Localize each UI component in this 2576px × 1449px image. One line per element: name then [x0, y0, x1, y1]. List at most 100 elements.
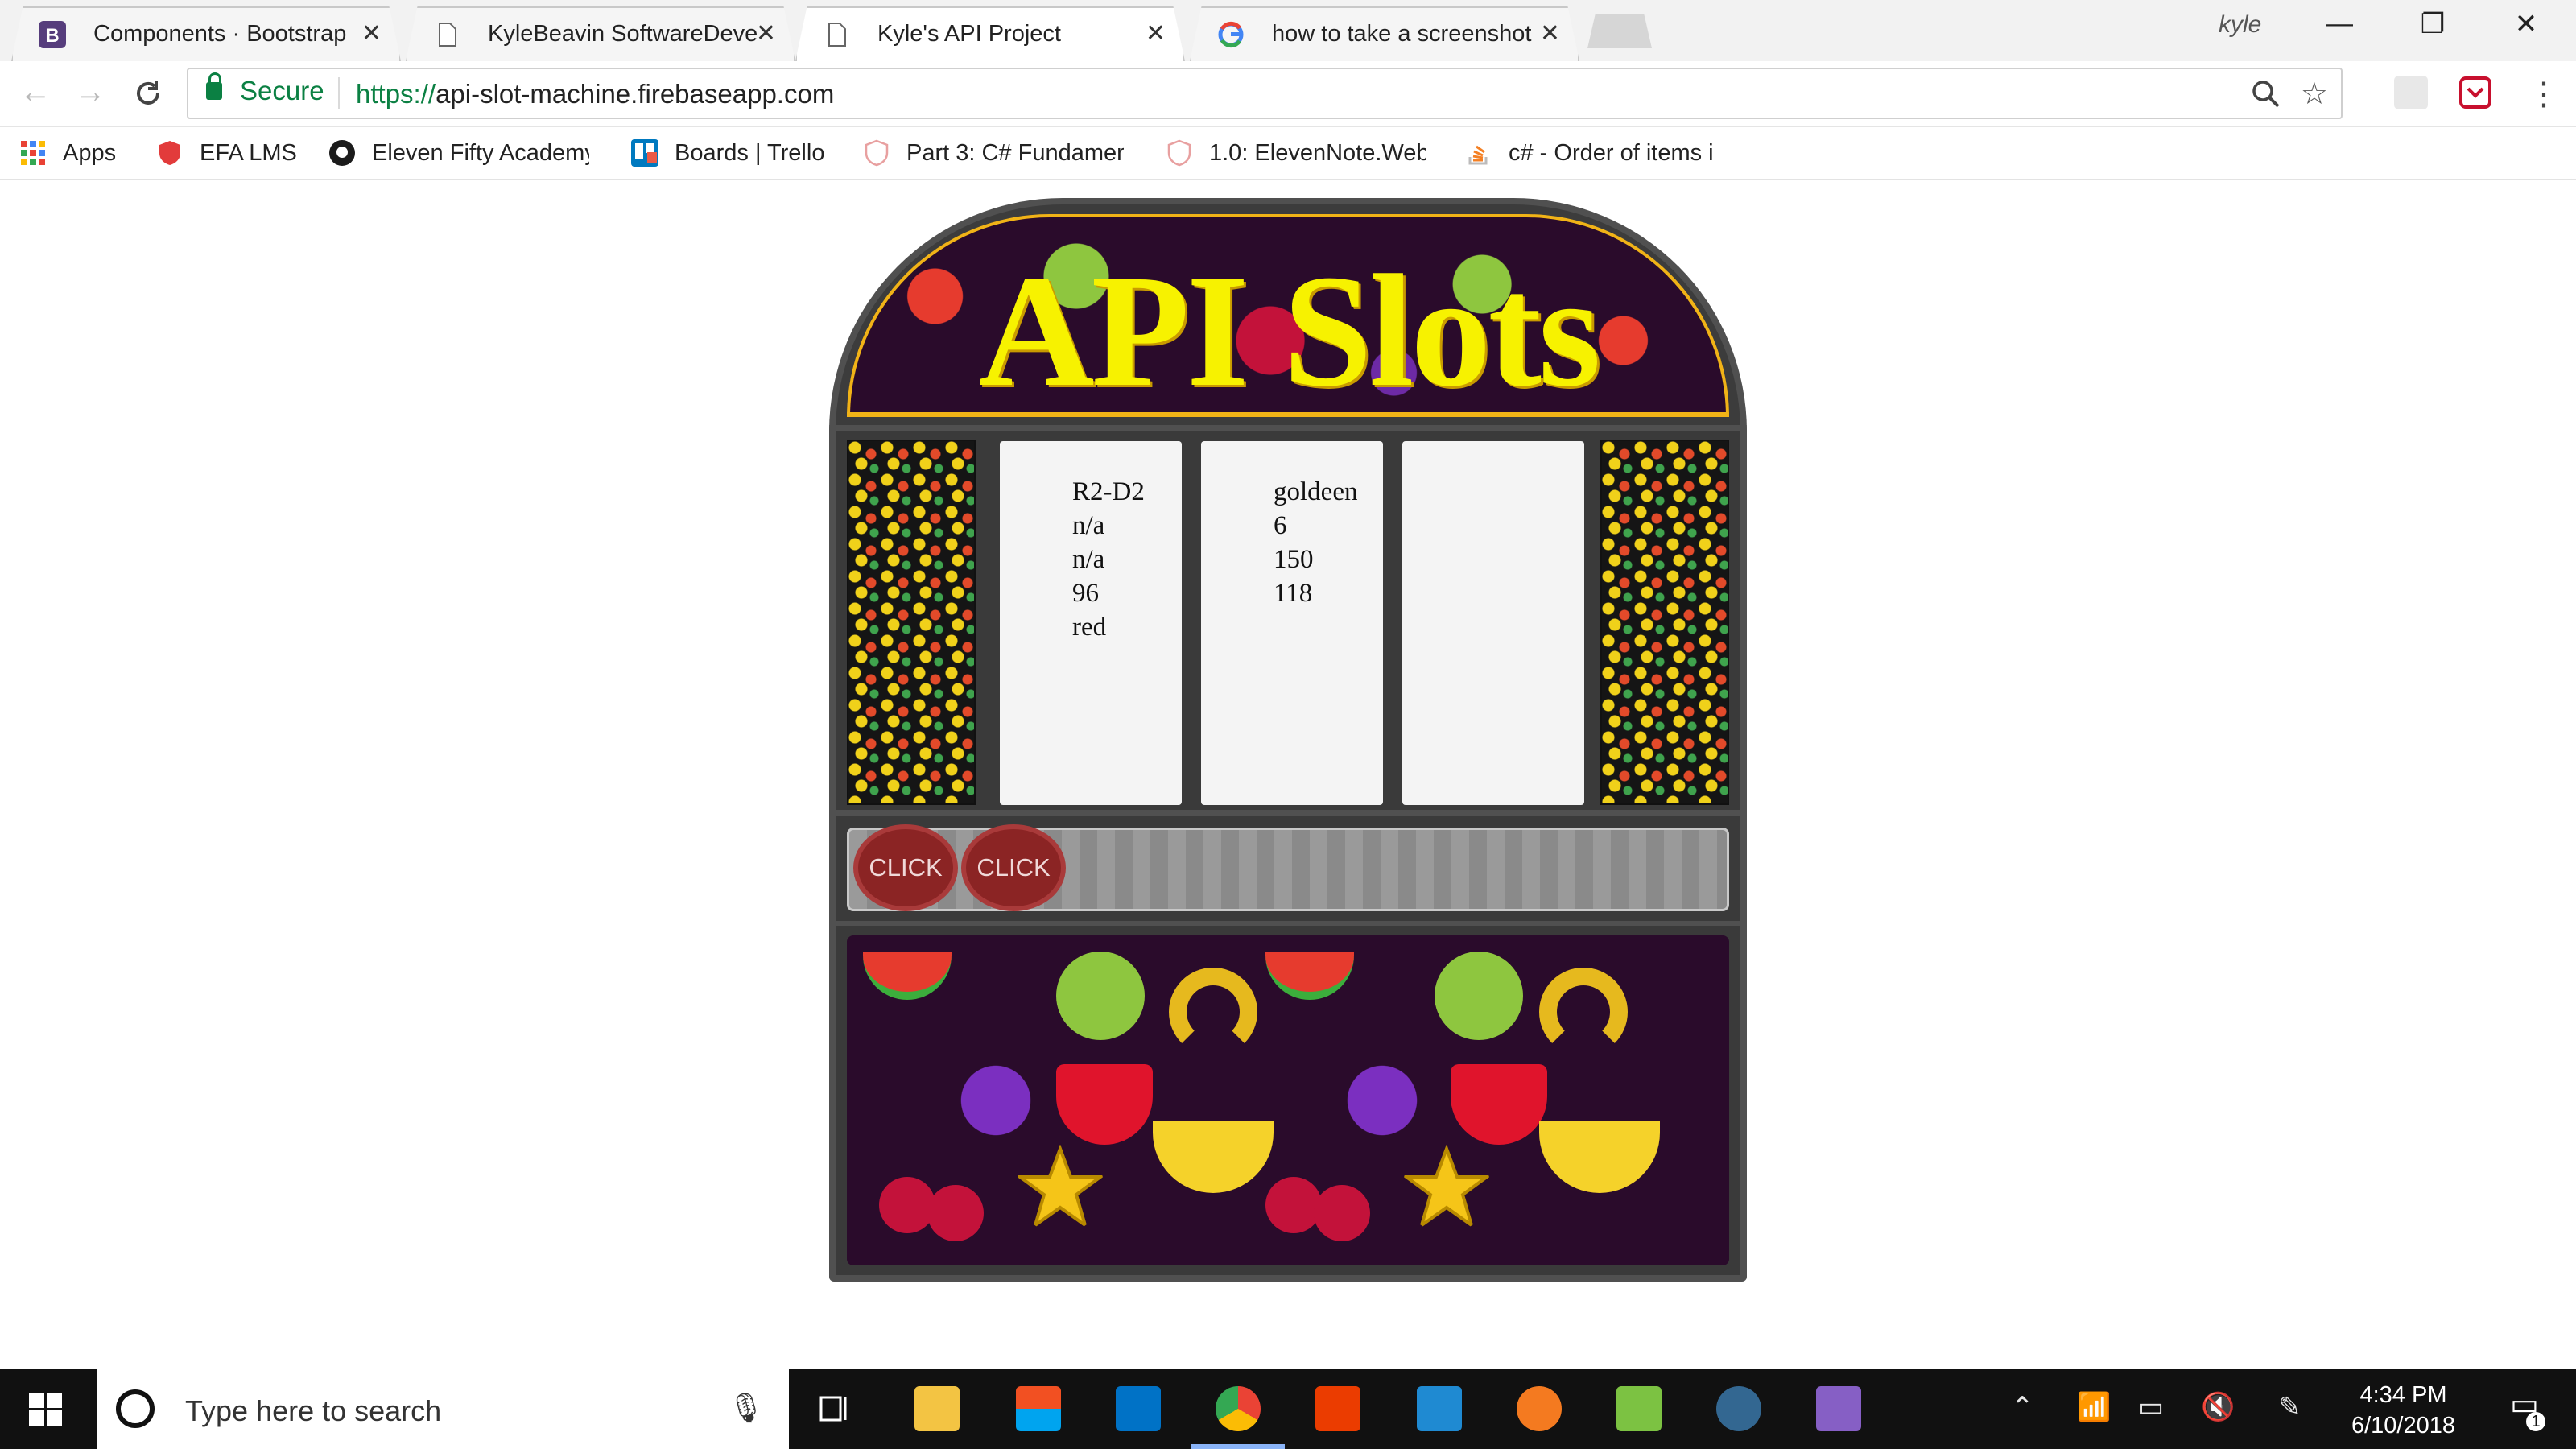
- postgres-elephant-icon[interactable]: [1716, 1386, 1761, 1431]
- reload-icon[interactable]: [132, 77, 164, 109]
- close-icon[interactable]: ✕: [1540, 19, 1560, 47]
- chevron-up-icon[interactable]: ⌃: [2011, 1391, 2034, 1423]
- slot-machine-header: API Slots: [829, 198, 1747, 431]
- bootstrap-b-icon: B: [39, 21, 66, 48]
- bookmark-apps[interactable]: Apps: [19, 135, 116, 171]
- reel-2: goldeen 6 150 118: [1201, 441, 1383, 805]
- fruit-pattern-background: [847, 935, 1729, 1265]
- extension-icon[interactable]: [2394, 76, 2428, 109]
- bookmark-label: Boards | Trello: [675, 139, 825, 166]
- apple-icon: [1435, 952, 1523, 1040]
- reel-1-text: R2-D2 n/a n/a 96 red: [1072, 475, 1145, 644]
- office-icon[interactable]: [1315, 1386, 1360, 1431]
- close-window-icon[interactable]: ✕: [2502, 8, 2550, 40]
- forward-icon[interactable]: →: [74, 74, 106, 110]
- pen-icon[interactable]: ✎: [2278, 1391, 2301, 1423]
- close-icon[interactable]: ✕: [1146, 19, 1166, 47]
- reel-line: R2-D2: [1072, 477, 1145, 506]
- reels-panel: R2-D2 n/a n/a 96 red goldeen 6 150 118: [829, 431, 1747, 816]
- horseshoe-icon: [1539, 968, 1628, 1056]
- file-explorer-icon[interactable]: [914, 1386, 960, 1431]
- reel-line: goldeen: [1274, 477, 1358, 506]
- tab-kylebeavin[interactable]: KyleBeavin SoftwareDeve ✕: [406, 6, 795, 61]
- horseshoe-icon: [1169, 968, 1257, 1056]
- bookmark-label: EFA LMS: [200, 139, 297, 166]
- new-tab-button[interactable]: [1587, 14, 1652, 48]
- click-button-1[interactable]: CLICK: [853, 824, 958, 911]
- restore-icon[interactable]: ❐: [2409, 8, 2457, 40]
- url-text[interactable]: https://api-slot-machine.firebaseapp.com: [356, 79, 834, 109]
- reel-1: R2-D2 n/a n/a 96 red: [1000, 441, 1182, 805]
- wifi-icon[interactable]: 📶: [2077, 1391, 2111, 1423]
- profile-name[interactable]: kyle: [2219, 11, 2261, 39]
- tab-google-search[interactable]: how to take a screenshot ✕: [1190, 6, 1579, 61]
- star-bookmark-icon[interactable]: ☆: [2301, 76, 2328, 112]
- bookmark-stackoverflow[interactable]: c# - Order of items i: [1465, 135, 1726, 171]
- task-view-icon[interactable]: [813, 1386, 858, 1431]
- microphone-icon[interactable]: 🎙: [728, 1391, 765, 1425]
- system-clock[interactable]: 4:34 PM 6/10/2018: [2351, 1380, 2455, 1441]
- action-center-icon[interactable]: ▭ 1: [2502, 1386, 2547, 1431]
- bookmark-csharp-fundamentals[interactable]: Part 3: C# Fundamen: [863, 135, 1124, 171]
- battery-icon[interactable]: ▭: [2138, 1391, 2164, 1423]
- close-icon[interactable]: ✕: [361, 19, 382, 47]
- shield-icon: [159, 141, 180, 165]
- cherry-icon: [1314, 1185, 1370, 1241]
- reel-line: n/a: [1072, 545, 1105, 574]
- search-placeholder: Type here to search: [185, 1394, 442, 1427]
- click-button-2[interactable]: CLICK: [961, 824, 1066, 911]
- diamond-icon: [1056, 1064, 1153, 1145]
- bookmarks-bar: Apps EFA LMS Eleven Fifty Academy Boards…: [0, 127, 2576, 180]
- pocket-icon[interactable]: [2458, 76, 2492, 109]
- bookmark-label: Apps: [63, 139, 117, 166]
- watermelon-icon: [1265, 952, 1354, 1000]
- windows-start-icon[interactable]: [29, 1393, 63, 1426]
- taskbar-search-box[interactable]: Type here to search 🎙: [97, 1368, 789, 1449]
- minimize-icon[interactable]: —: [2315, 8, 2363, 39]
- tab-bootstrap[interactable]: B Components · Bootstrap ✕: [11, 6, 401, 61]
- bookmark-label: c# - Order of items i: [1509, 139, 1714, 166]
- url-scheme: https://: [356, 79, 436, 109]
- bookmark-efa-lms[interactable]: EFA LMS: [156, 135, 297, 171]
- bookmark-eleven-fifty[interactable]: Eleven Fifty Academy: [328, 135, 589, 171]
- menu-kebab-icon[interactable]: ⋮: [2528, 76, 2562, 112]
- svg-text:B: B: [45, 25, 59, 47]
- vscode-icon[interactable]: [1417, 1386, 1462, 1431]
- clock-time: 4:34 PM: [2359, 1382, 2447, 1408]
- tab-title: how to take a screenshot: [1272, 20, 1532, 47]
- slot-machine: API Slots R2-D2 n/a n/a 96 red goldeen 6…: [829, 198, 1747, 1282]
- windows-taskbar: Type here to search 🎙 ⌃ 📶 ▭ 🔇 ✎ 4:34 PM …: [0, 1368, 2576, 1449]
- postman-icon[interactable]: [1517, 1386, 1562, 1431]
- address-bar[interactable]: Secure https://api-slot-machine.firebase…: [187, 68, 2343, 119]
- outlook-icon[interactable]: [1116, 1386, 1161, 1431]
- bookmark-trello[interactable]: Boards | Trello: [631, 135, 824, 171]
- reel-line: n/a: [1072, 511, 1105, 540]
- store-icon[interactable]: [1016, 1386, 1061, 1431]
- grapes-icon: [952, 1056, 1040, 1145]
- apple-icon: [1056, 952, 1145, 1040]
- visual-studio-icon[interactable]: [1816, 1386, 1861, 1431]
- clock-date: 6/10/2018: [2351, 1413, 2455, 1439]
- secure-indicator[interactable]: Secure: [206, 72, 324, 106]
- bookmark-label: 1.0: ElevenNote.Web: [1209, 139, 1426, 166]
- tab-title: Components · Bootstrap: [93, 20, 347, 47]
- back-icon[interactable]: ←: [19, 74, 52, 110]
- notification-count: 1: [2526, 1412, 2545, 1431]
- browser-toolbar: ← → Secure https://api-slot-machine.fire…: [0, 61, 2576, 127]
- banana-icon: [1539, 1121, 1660, 1193]
- document-icon: [439, 23, 456, 47]
- close-icon[interactable]: ✕: [756, 19, 776, 47]
- bookmark-elevennote[interactable]: 1.0: ElevenNote.Web: [1166, 135, 1426, 171]
- chrome-icon[interactable]: [1216, 1386, 1261, 1431]
- tab-api-project[interactable]: Kyle's API Project ✕: [795, 6, 1185, 61]
- volume-muted-icon[interactable]: 🔇: [2201, 1391, 2235, 1423]
- cherry-icon: [927, 1185, 984, 1241]
- reel-line: red: [1072, 613, 1107, 642]
- zoom-icon[interactable]: [2251, 79, 2281, 109]
- bookmark-label: Part 3: C# Fundamen: [906, 139, 1124, 166]
- sublime-s-icon[interactable]: [1616, 1386, 1662, 1431]
- slot-machine-base: [829, 921, 1747, 1282]
- cortana-icon[interactable]: [116, 1389, 155, 1428]
- tab-title: Kyle's API Project: [877, 20, 1061, 47]
- star-icon: [1016, 1145, 1104, 1229]
